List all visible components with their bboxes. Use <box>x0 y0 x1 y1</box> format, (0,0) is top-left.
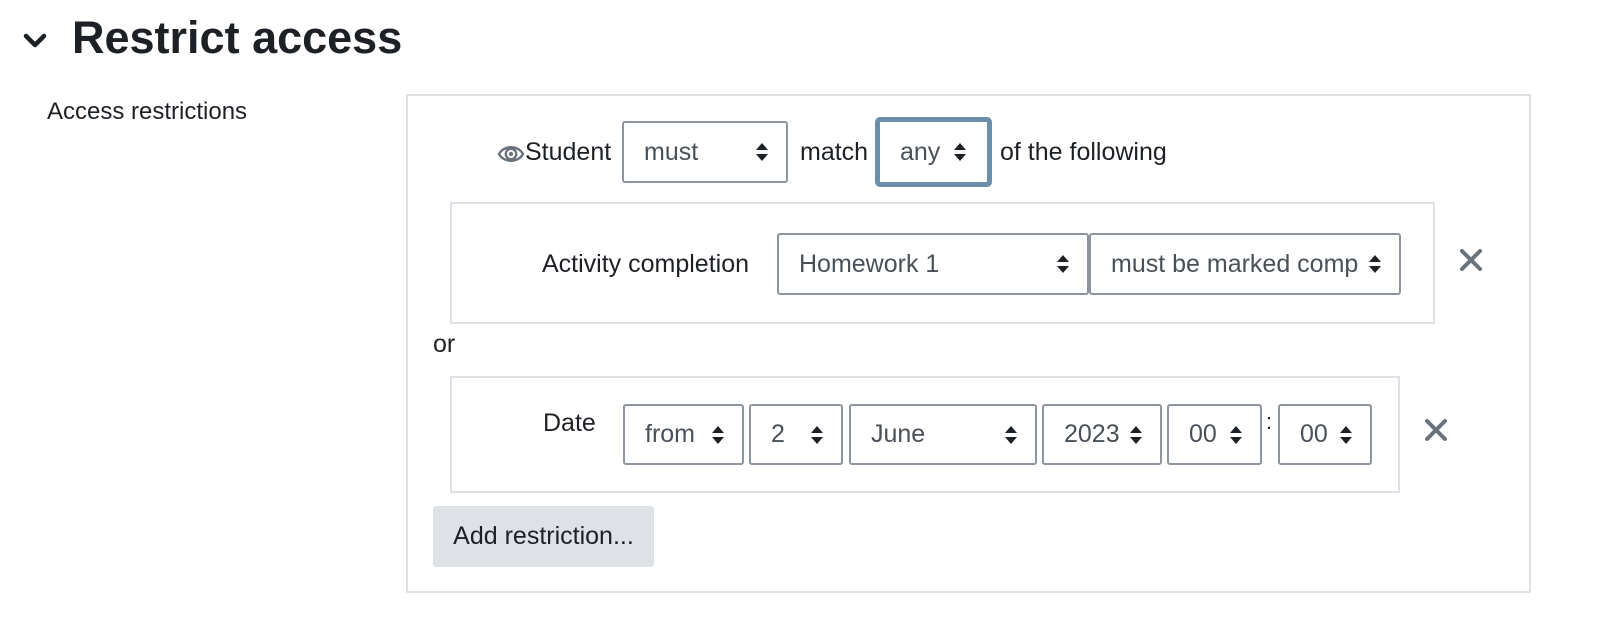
activity-select-value: Homework 1 <box>799 249 940 278</box>
completion-condition-value: must be marked comp <box>1111 249 1359 278</box>
month-select-value: June <box>871 420 926 448</box>
restriction-type-label: Date <box>543 409 596 437</box>
year-select-value: 2023 <box>1064 420 1120 448</box>
sort-arrows-icon <box>1340 425 1352 444</box>
sort-arrows-icon <box>1130 425 1142 444</box>
date-direction-value: from <box>645 420 695 448</box>
match-label: match <box>800 138 869 166</box>
completion-condition-select[interactable]: must be marked comp <box>1089 233 1401 295</box>
date-direction-select[interactable]: from <box>623 404 744 465</box>
sort-arrows-icon <box>954 143 966 161</box>
must-select[interactable]: must <box>622 121 788 183</box>
access-restrictions-label: Access restrictions <box>47 98 248 125</box>
any-select[interactable]: any <box>875 117 992 187</box>
sort-arrows-icon <box>1005 425 1017 444</box>
day-select-value: 2 <box>771 420 785 448</box>
time-separator: : <box>1266 409 1273 434</box>
sort-arrows-icon <box>756 143 768 161</box>
sort-arrows-icon <box>1057 255 1069 273</box>
following-label: of the following <box>1000 138 1167 166</box>
close-icon[interactable] <box>1458 247 1484 273</box>
chevron-down-icon[interactable] <box>20 26 50 56</box>
section-title: Restrict access <box>72 12 403 63</box>
restriction-type-label: Activity completion <box>542 250 750 278</box>
sort-arrows-icon <box>1369 255 1381 273</box>
hour-select-value: 00 <box>1189 420 1217 448</box>
year-select[interactable]: 2023 <box>1042 404 1162 465</box>
activity-select[interactable]: Homework 1 <box>777 233 1089 295</box>
student-label: Student <box>525 138 612 166</box>
sort-arrows-icon <box>712 425 724 444</box>
must-select-value: must <box>644 137 699 166</box>
or-connector: or <box>433 330 456 358</box>
day-select[interactable]: 2 <box>749 404 843 465</box>
add-restriction-button[interactable]: Add restriction... <box>433 506 654 567</box>
close-icon[interactable] <box>1423 417 1449 443</box>
eye-icon[interactable] <box>497 141 525 167</box>
minute-select[interactable]: 00 <box>1278 404 1372 465</box>
sort-arrows-icon <box>811 425 823 444</box>
any-select-value: any <box>900 137 941 166</box>
hour-select[interactable]: 00 <box>1167 404 1262 465</box>
minute-select-value: 00 <box>1300 420 1328 448</box>
sort-arrows-icon <box>1230 425 1242 444</box>
month-select[interactable]: June <box>849 404 1037 465</box>
